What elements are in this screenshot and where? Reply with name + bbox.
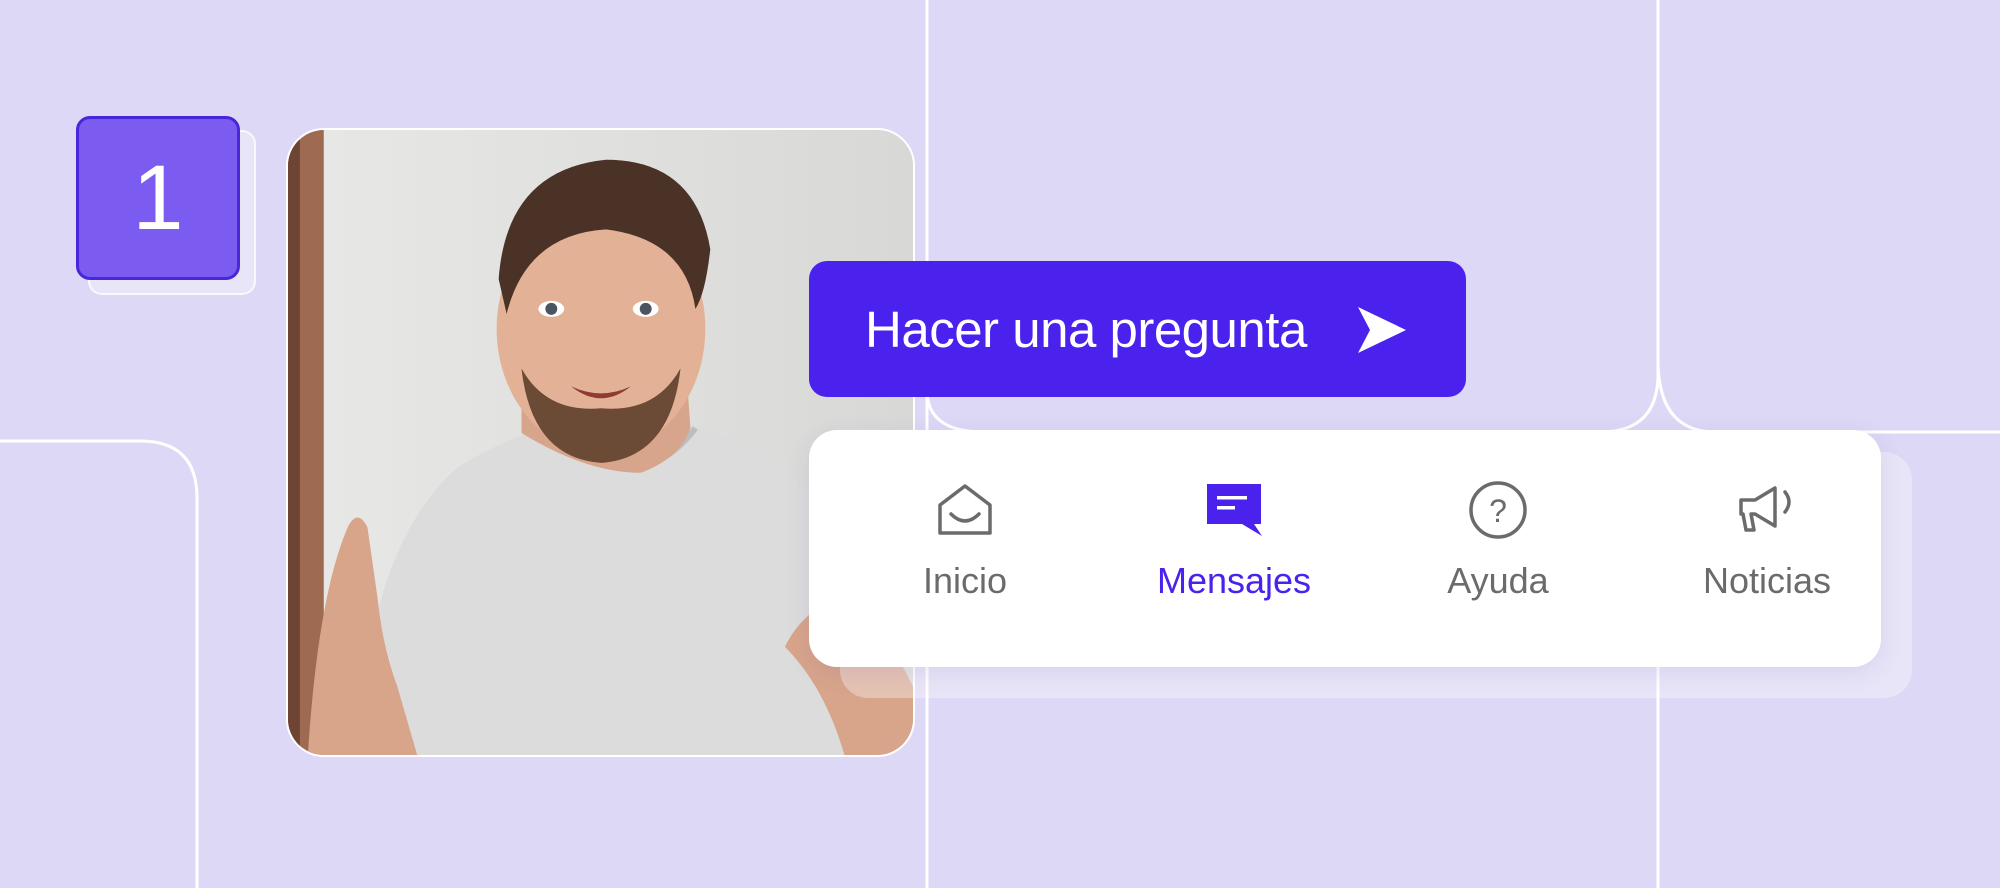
nav-label-inicio: Inicio xyxy=(922,560,1008,601)
megaphone-icon xyxy=(1739,486,1791,532)
svg-text:?: ? xyxy=(1489,493,1507,529)
step-badge: 1 xyxy=(76,116,240,280)
nav-item-inicio[interactable]: Inicio xyxy=(845,478,1085,628)
ask-question-label: Hacer una pregunta xyxy=(865,300,1307,358)
nav-label-mensajes: Mensajes xyxy=(1156,560,1312,601)
nav-label-noticias: Noticias xyxy=(1702,560,1832,601)
step-number: 1 xyxy=(132,146,184,249)
nav-item-mensajes[interactable]: Mensajes xyxy=(1114,478,1354,628)
help-icon: ? xyxy=(1469,481,1527,539)
bottom-navigation: Inicio Mensajes ? Ayuda Noticias xyxy=(809,430,1881,667)
nav-label-ayuda: Ayuda xyxy=(1447,560,1549,601)
send-arrow-icon xyxy=(1358,307,1406,353)
nav-item-noticias[interactable]: Noticias xyxy=(1647,478,1887,628)
message-icon xyxy=(1207,484,1262,536)
home-envelope-icon xyxy=(938,484,992,535)
nav-item-ayuda[interactable]: ? Ayuda xyxy=(1378,478,1618,628)
